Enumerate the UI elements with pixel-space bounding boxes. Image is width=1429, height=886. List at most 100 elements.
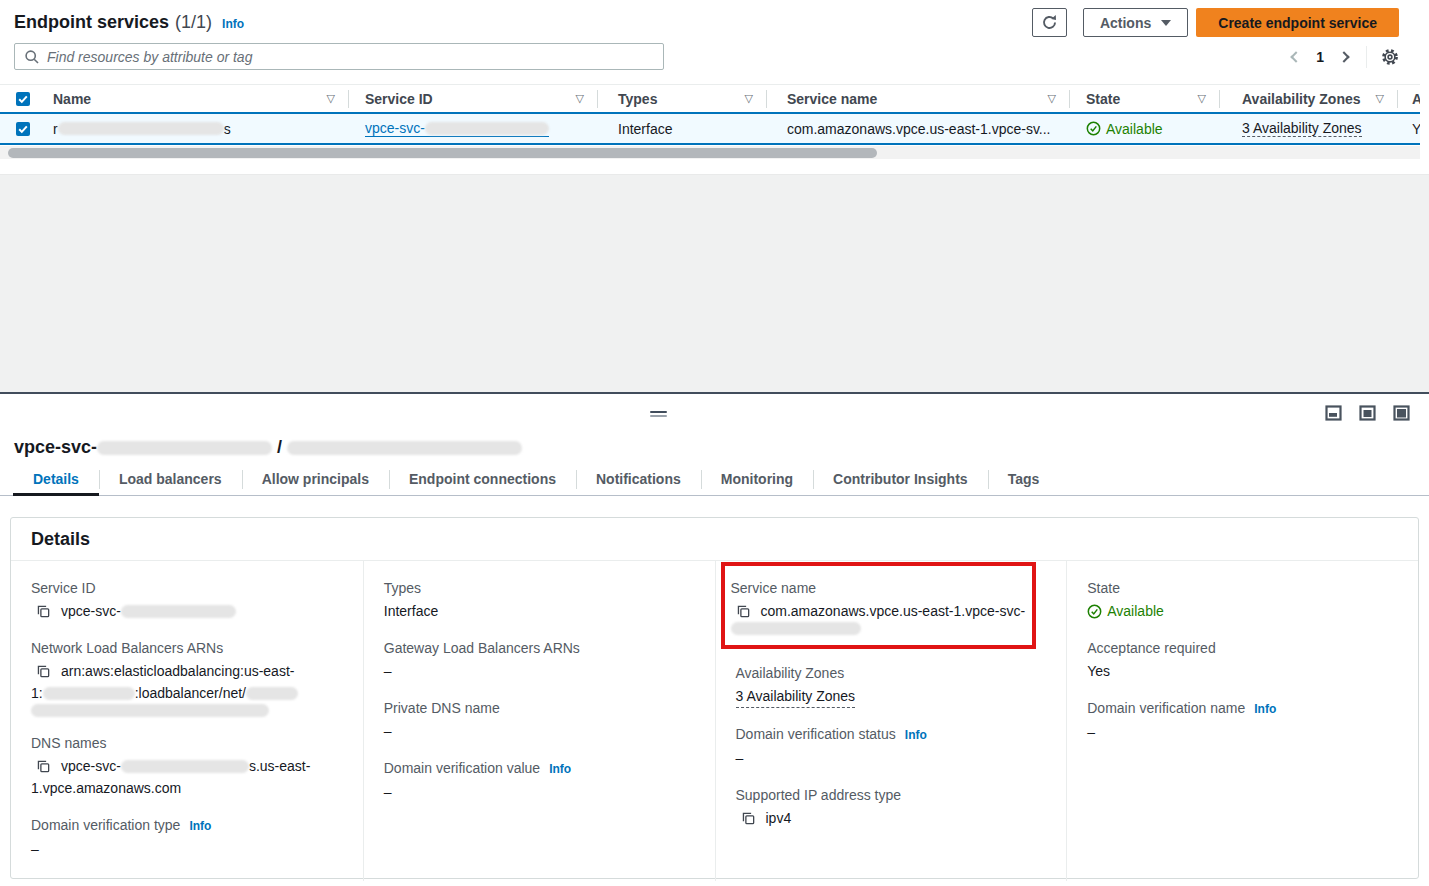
details-pane: vpce-svc- / DetailsLoad balancersAllow p… bbox=[0, 430, 1429, 886]
horizontal-scrollbar-thumb[interactable] bbox=[8, 148, 877, 158]
field-acceptance-required: Acceptance requiredYes bbox=[1087, 638, 1400, 682]
tab-contributor-insights[interactable]: Contributor Insights bbox=[813, 466, 988, 495]
tab-notifications[interactable]: Notifications bbox=[576, 466, 701, 495]
panel-layout-buttons bbox=[1325, 405, 1410, 421]
service-id-link[interactable]: vpce-svc- bbox=[365, 120, 549, 137]
actions-label: Actions bbox=[1100, 15, 1151, 31]
column-header-state[interactable]: State ▽ bbox=[1070, 85, 1220, 112]
status-available: Available bbox=[1086, 121, 1163, 137]
info-link[interactable]: Info bbox=[222, 17, 244, 31]
column-header-label: Availability Zones bbox=[1242, 91, 1361, 107]
pagination: 1 bbox=[1292, 46, 1399, 68]
actions-button[interactable]: Actions bbox=[1083, 8, 1188, 37]
redacted-text bbox=[31, 704, 269, 717]
sort-icon[interactable]: ▽ bbox=[1376, 92, 1384, 105]
info-link[interactable]: Info bbox=[1254, 702, 1276, 716]
endpoint-services-table: Name▽Service ID▽Types▽Service name▽State… bbox=[0, 84, 1420, 145]
column-header-types[interactable]: Types ▽ bbox=[598, 85, 767, 112]
info-link[interactable]: Info bbox=[189, 819, 211, 833]
field-label: Gateway Load Balancers ARNs bbox=[384, 638, 697, 658]
table-row[interactable]: rsvpce-svc-Interfacecom.amazonaws.vpce.u… bbox=[0, 112, 1420, 145]
tabs: DetailsLoad balancersAllow principalsEnd… bbox=[0, 466, 1429, 496]
field-label: Domain verification status Info bbox=[736, 724, 1049, 745]
field-service-name: Service namecom.amazonaws.vpce.us-east-1… bbox=[736, 562, 1049, 649]
endpoint-services-pane: Endpoint services (1/1) Info Actions Cre… bbox=[0, 0, 1429, 392]
sort-icon[interactable]: ▽ bbox=[576, 92, 584, 105]
field-label: Supported IP address type bbox=[736, 785, 1049, 805]
field-dns-names: DNS namesvpce-svc-s.us-east-1.vpce.amazo… bbox=[31, 733, 345, 799]
copy-icon[interactable] bbox=[741, 811, 756, 826]
field-value-line: ipv4 bbox=[736, 807, 1049, 829]
next-page-icon[interactable] bbox=[1338, 51, 1349, 62]
copy-icon[interactable] bbox=[36, 664, 51, 679]
refresh-button[interactable] bbox=[1032, 8, 1067, 37]
field-availability-zones: Availability Zones3 Availability Zones bbox=[736, 663, 1049, 708]
availability-zones-link[interactable]: 3 Availability Zones bbox=[736, 685, 856, 708]
field-state: State Available bbox=[1087, 578, 1400, 622]
sort-icon[interactable]: ▽ bbox=[745, 92, 753, 105]
info-link[interactable]: Info bbox=[549, 762, 571, 776]
field-label-text: Domain verification status bbox=[736, 726, 896, 742]
page-number[interactable]: 1 bbox=[1316, 49, 1324, 65]
field-value: Interface bbox=[384, 600, 697, 622]
create-endpoint-service-button[interactable]: Create endpoint service bbox=[1196, 8, 1399, 37]
field-value: – bbox=[384, 660, 697, 682]
split-panel-bottom-icon[interactable] bbox=[1325, 405, 1342, 421]
field-label: Service ID bbox=[31, 578, 345, 598]
sort-icon[interactable]: ▽ bbox=[1198, 92, 1206, 105]
field-value-line: 1.vpce.amazonaws.com bbox=[31, 777, 345, 799]
field-label-text: State bbox=[1087, 580, 1120, 596]
availability-zones-link[interactable]: 3 Availability Zones bbox=[1242, 120, 1362, 137]
panel-title: vpce-svc- / bbox=[14, 437, 522, 458]
gear-icon[interactable] bbox=[1381, 48, 1399, 66]
field-value: Available bbox=[1087, 600, 1400, 622]
redacted-text bbox=[425, 122, 549, 135]
sort-icon[interactable]: ▽ bbox=[327, 92, 335, 105]
details-card: Details Service IDvpce-svc-Network Load … bbox=[10, 517, 1419, 879]
tab-tags[interactable]: Tags bbox=[988, 466, 1060, 495]
copy-icon[interactable] bbox=[736, 604, 751, 619]
checkbox[interactable] bbox=[16, 92, 30, 106]
field-supported-ip-address-type: Supported IP address typeipv4 bbox=[736, 785, 1049, 829]
tab-monitoring[interactable]: Monitoring bbox=[701, 466, 813, 495]
split-panel-divider bbox=[0, 392, 1429, 430]
cell-acceptance: Y bbox=[1398, 114, 1420, 143]
previous-page-icon[interactable] bbox=[1291, 51, 1302, 62]
redacted-text bbox=[97, 441, 272, 455]
tab-load-balancers[interactable]: Load balancers bbox=[99, 466, 242, 495]
value-text: Interface bbox=[384, 600, 438, 622]
toolbar-divider bbox=[1366, 46, 1367, 68]
status-label: Available bbox=[1107, 600, 1164, 622]
column-header-label: Types bbox=[618, 91, 657, 107]
field-label: State bbox=[1087, 578, 1400, 598]
info-link[interactable]: Info bbox=[905, 728, 927, 742]
horizontal-scrollbar bbox=[0, 146, 1420, 159]
column-header-a[interactable]: A bbox=[1398, 85, 1420, 112]
column-header-service-name[interactable]: Service name▽ bbox=[767, 85, 1070, 112]
tab-details[interactable]: Details bbox=[13, 466, 99, 495]
split-panel-full-icon[interactable] bbox=[1393, 405, 1410, 421]
column-header-name[interactable]: Name▽ bbox=[41, 85, 349, 112]
value-text: 1.vpce.amazonaws.com bbox=[31, 777, 181, 799]
field-label: Acceptance required bbox=[1087, 638, 1400, 658]
field-value-line: – bbox=[384, 781, 697, 803]
drag-handle[interactable] bbox=[650, 411, 667, 417]
empty-value: – bbox=[384, 720, 392, 742]
field-value: 3 Availability Zones bbox=[736, 685, 1049, 708]
cell-name: rs bbox=[41, 114, 349, 143]
column-header-service-id[interactable]: Service ID▽ bbox=[349, 85, 598, 112]
field-value: vpce-svc-s.us-east-1.vpce.amazonaws.com bbox=[31, 755, 345, 799]
checkbox[interactable] bbox=[16, 122, 30, 136]
copy-icon[interactable] bbox=[36, 604, 51, 619]
search-input[interactable]: Find resources by attribute or tag bbox=[14, 43, 664, 70]
tab-allow-principals[interactable]: Allow principals bbox=[242, 466, 389, 495]
column-header-label: State bbox=[1086, 91, 1120, 107]
empty-value: – bbox=[384, 660, 392, 682]
sort-icon[interactable]: ▽ bbox=[1048, 92, 1056, 105]
tab-endpoint-connections[interactable]: Endpoint connections bbox=[389, 466, 576, 495]
copy-icon[interactable] bbox=[36, 759, 51, 774]
column-header-availability-zones[interactable]: Availability Zones ▽ bbox=[1220, 85, 1398, 112]
field-value: – bbox=[1087, 721, 1400, 743]
split-panel-side-icon[interactable] bbox=[1359, 405, 1376, 421]
field-value-line: Available bbox=[1087, 600, 1400, 622]
